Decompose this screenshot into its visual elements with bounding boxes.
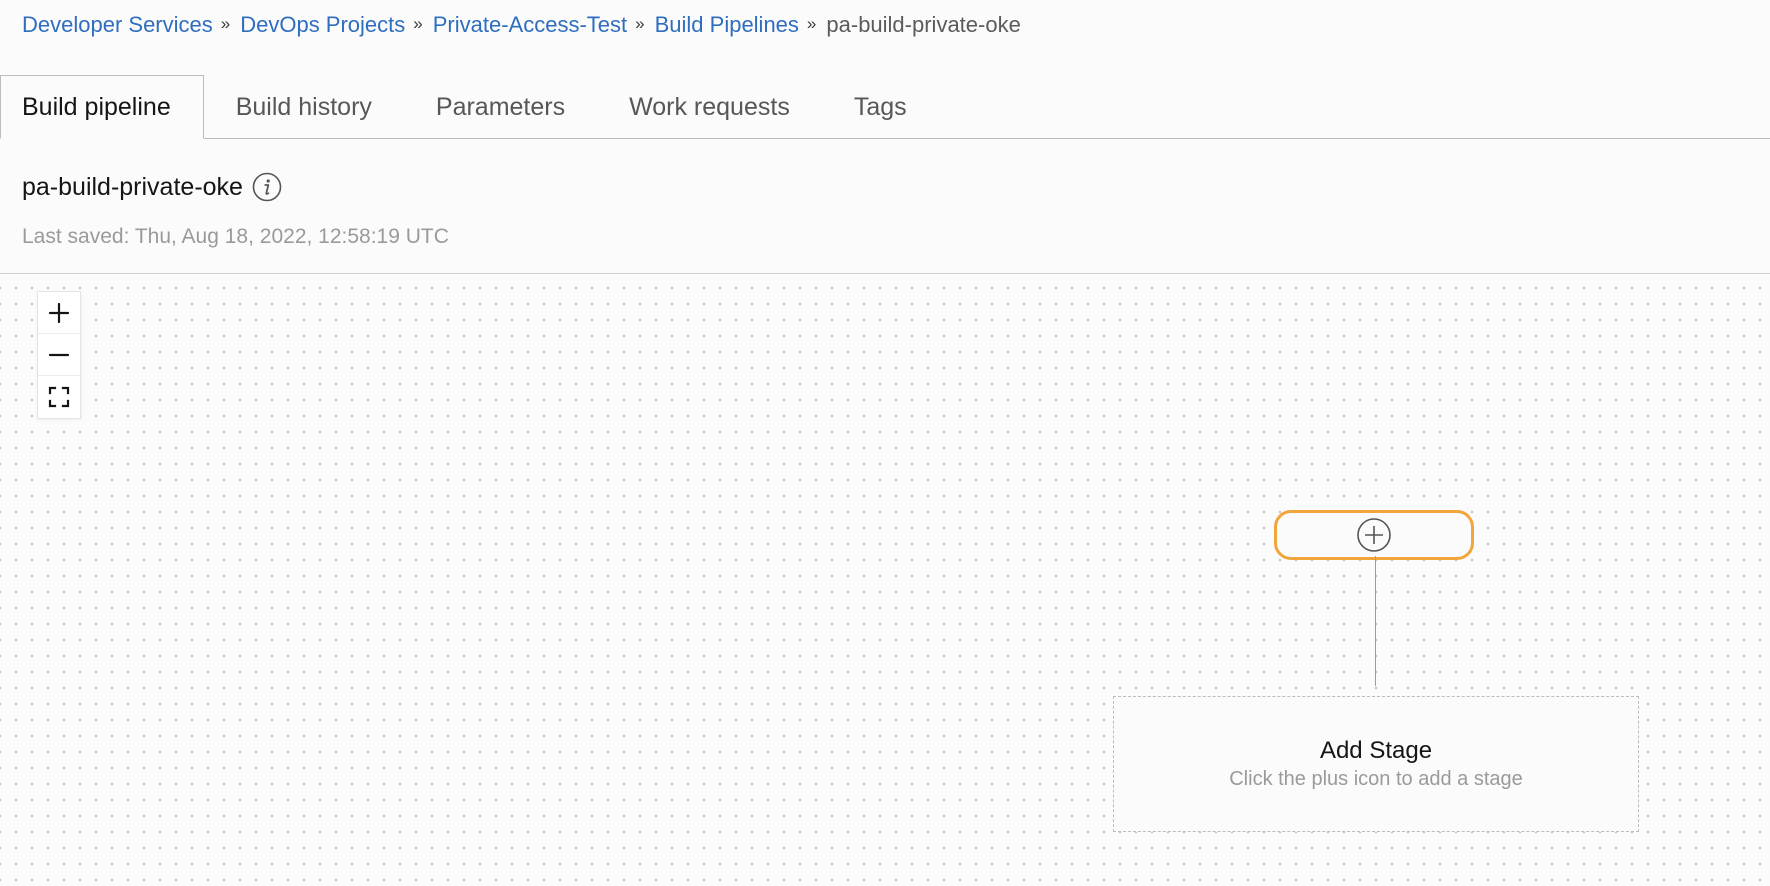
breadcrumb: Developer Services » DevOps Projects » P… [22,10,1021,40]
breadcrumb-separator: » [635,14,645,33]
tab-tags[interactable]: Tags [822,76,939,138]
title-row: pa-build-private-oke [22,172,282,202]
pipeline-start-node [1274,510,1474,560]
connector-line [1375,556,1376,686]
tab-parameters[interactable]: Parameters [404,76,597,138]
breadcrumb-project[interactable]: Private-Access-Test [433,10,627,40]
fit-to-screen-button[interactable] [38,376,80,418]
zoom-in-icon [48,302,70,323]
add-stage-placeholder: Add Stage Click the plus icon to add a s… [1113,696,1639,832]
tab-build-history[interactable]: Build history [204,76,404,138]
breadcrumb-build-pipelines[interactable]: Build Pipelines [655,10,799,40]
tab-work-requests[interactable]: Work requests [597,76,822,138]
tab-bar: Build pipeline Build history Parameters … [0,75,1770,139]
build-pipeline-page: Developer Services » DevOps Projects » P… [0,0,1770,886]
breadcrumb-separator: » [806,14,817,33]
zoom-out-button[interactable] [38,334,80,376]
breadcrumb-devops-projects[interactable]: DevOps Projects [240,10,405,40]
breadcrumb-separator: » [413,14,423,33]
tab-build-pipeline[interactable]: Build pipeline [0,75,204,139]
zoom-out-icon [48,353,70,356]
breadcrumb-current: pa-build-private-oke [826,12,1021,37]
fit-to-screen-icon [48,386,70,408]
breadcrumb-developer-services[interactable]: Developer Services [22,10,213,40]
zoom-in-button[interactable] [38,292,80,334]
add-stage-title: Add Stage [1319,737,1433,764]
breadcrumb-separator: » [220,14,231,33]
page-title: pa-build-private-oke [22,172,243,201]
plus-circle-icon[interactable] [1356,517,1392,553]
last-saved-timestamp: Last saved: Thu, Aug 18, 2022, 12:58:19 … [22,225,449,248]
info-icon[interactable] [252,172,282,202]
add-stage-hint: Click the plus icon to add a stage [1229,768,1523,790]
zoom-controls [37,291,81,419]
